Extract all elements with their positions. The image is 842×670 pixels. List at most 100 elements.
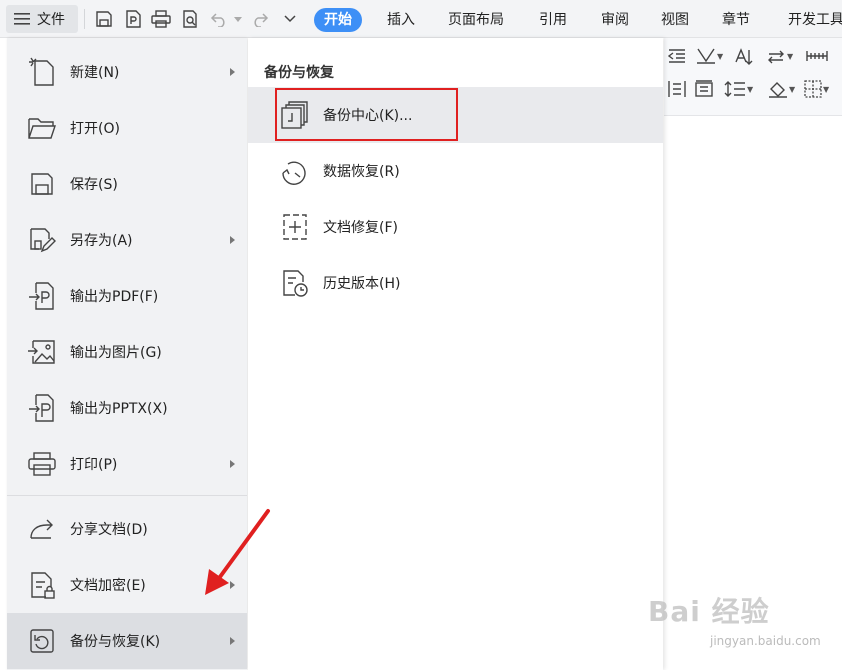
- print-icon: [151, 10, 171, 28]
- undo-icon: [210, 13, 225, 27]
- save-icon: [31, 173, 53, 195]
- indent-icon: [668, 49, 685, 63]
- export-image-icon: [28, 340, 55, 364]
- menu-item-label: 打印(P): [70, 457, 118, 473]
- undo-button[interactable]: [207, 7, 231, 31]
- encrypt-document-icon: [31, 572, 55, 599]
- share-icon: [30, 519, 53, 539]
- menu-item-print[interactable]: 打印(P): [7, 436, 247, 492]
- folder-open-icon: [28, 118, 56, 139]
- menu-item-export-pdf[interactable]: 输出为PDF(F): [7, 268, 247, 324]
- menu-divider: [7, 495, 247, 496]
- submenu-arrow-icon: [230, 68, 235, 76]
- submenu-item-label: 历史版本(H): [323, 276, 401, 292]
- tab-view[interactable]: 视图: [651, 8, 699, 32]
- chevron-down-icon: [234, 16, 242, 22]
- menu-item-label: 分享文档(D): [70, 522, 148, 538]
- quick-save-button[interactable]: [92, 7, 116, 31]
- quick-access-customize[interactable]: [278, 7, 302, 31]
- border-icon: [804, 80, 822, 98]
- save-as-icon: [30, 228, 56, 253]
- menu-item-label: 文档加密(E): [70, 578, 146, 594]
- document-area[interactable]: [664, 117, 842, 670]
- tab-references[interactable]: 引用: [529, 8, 577, 32]
- ribbon-toolbar: ▼ ▼ ▼ ▼ ▼: [664, 38, 842, 116]
- quick-export-pdf-button[interactable]: [121, 7, 145, 31]
- menu-item-label: 输出为图片(G): [70, 345, 162, 361]
- menu-item-label: 新建(N): [70, 65, 120, 81]
- menu-item-label: 输出为PPTX(X): [70, 401, 168, 417]
- history-version-icon: [283, 270, 308, 297]
- export-pptx-icon: [29, 394, 54, 422]
- ruler-icon: [806, 51, 828, 61]
- menu-item-save[interactable]: 保存(S): [7, 156, 247, 212]
- new-document-icon: [29, 57, 54, 86]
- menu-item-export-pptx[interactable]: 输出为PPTX(X): [7, 380, 247, 436]
- undo-dropdown[interactable]: [232, 7, 244, 31]
- sort-icon: [735, 48, 753, 65]
- submenu-item-label: 数据恢复(R): [323, 164, 400, 180]
- text-direction-icon: [697, 48, 715, 64]
- menu-item-label: 备份与恢复(K): [70, 634, 161, 650]
- menu-item-save-as[interactable]: 另存为(A): [7, 212, 247, 268]
- document-repair-icon: [283, 214, 307, 240]
- hamburger-menu-icon: [14, 13, 30, 25]
- menu-item-open[interactable]: 打开(O): [7, 100, 247, 156]
- menu-item-export-image[interactable]: 输出为图片(G): [7, 324, 247, 380]
- file-menu-label: 文件: [37, 12, 65, 28]
- tab-home[interactable]: 开始: [314, 8, 362, 32]
- indent-decrease-button[interactable]: [668, 48, 686, 64]
- paragraph-marks-button[interactable]: ▼: [766, 48, 793, 64]
- borders-button[interactable]: ▼: [804, 80, 829, 98]
- distribute-icon: [668, 81, 686, 97]
- submenu-item-history-version[interactable]: 历史版本(H): [248, 255, 663, 311]
- toolbar-separator: [84, 9, 85, 29]
- backup-restore-icon: [30, 629, 54, 653]
- tab-review[interactable]: 审阅: [591, 8, 639, 32]
- submenu-arrow-icon: [230, 460, 235, 468]
- file-menu-button[interactable]: 文件: [6, 5, 78, 33]
- quick-print-button[interactable]: [149, 7, 173, 31]
- menu-item-label: 输出为PDF(F): [70, 289, 159, 305]
- redo-button[interactable]: [248, 7, 272, 31]
- menu-item-label: 保存(S): [70, 177, 118, 193]
- character-scaling-button[interactable]: ▼: [696, 48, 723, 64]
- submenu-item-backup-center[interactable]: 备份中心(K)...: [248, 87, 663, 143]
- ribbon-top-bar: 文件 开始 插入 页面布局 引用 审阅 视图 章节 开发工具: [0, 0, 842, 38]
- print-preview-icon: [183, 10, 197, 28]
- print-icon: [28, 452, 56, 476]
- tab-insert[interactable]: 插入: [377, 8, 425, 32]
- backup-center-icon: [281, 101, 308, 129]
- tab-chapter[interactable]: 章节: [712, 8, 760, 32]
- submenu-item-data-recovery[interactable]: 数据恢复(R): [248, 143, 663, 199]
- line-spacing-button[interactable]: ▼: [724, 80, 753, 98]
- paint-bucket-icon: [769, 82, 787, 98]
- submenu-item-document-repair[interactable]: 文档修复(F): [248, 199, 663, 255]
- submenu-item-label: 文档修复(F): [323, 220, 398, 236]
- annotation-arrow-icon: [205, 509, 270, 595]
- chevron-down-icon: [284, 15, 296, 23]
- export-pdf-icon: [126, 10, 141, 28]
- redo-icon: [254, 13, 269, 27]
- menu-item-backup-restore[interactable]: 备份与恢复(K): [7, 613, 247, 669]
- submenu-item-label: 备份中心(K)...: [323, 108, 413, 124]
- data-recovery-icon: [282, 161, 306, 185]
- quick-print-preview-button[interactable]: [178, 7, 202, 31]
- menu-item-new[interactable]: 新建(N): [7, 44, 247, 100]
- sort-button[interactable]: [734, 48, 754, 66]
- submenu-arrow-icon: [230, 236, 235, 244]
- align-justify-button[interactable]: [694, 80, 714, 98]
- submenu-title: 备份与恢复: [264, 65, 334, 81]
- table-align-icon: [695, 80, 713, 97]
- export-pdf-icon: [29, 282, 54, 310]
- tab-developer-tools[interactable]: 开发工具: [778, 8, 842, 32]
- watermark-logo-text: Bai 经验: [648, 595, 770, 628]
- menu-item-label: 另存为(A): [70, 233, 133, 249]
- backup-restore-submenu: 备份与恢复 备份中心(K)... 数据恢复(R) 文档修复(F) 历史版本(H): [248, 38, 663, 670]
- ruler-button[interactable]: [806, 48, 828, 64]
- distributed-align-button[interactable]: [668, 80, 686, 98]
- tab-page-layout[interactable]: 页面布局: [438, 8, 514, 32]
- shading-button[interactable]: ▼: [768, 80, 795, 98]
- watermark-url: jingyan.baidu.com: [710, 634, 821, 648]
- menu-item-label: 打开(O): [70, 121, 120, 137]
